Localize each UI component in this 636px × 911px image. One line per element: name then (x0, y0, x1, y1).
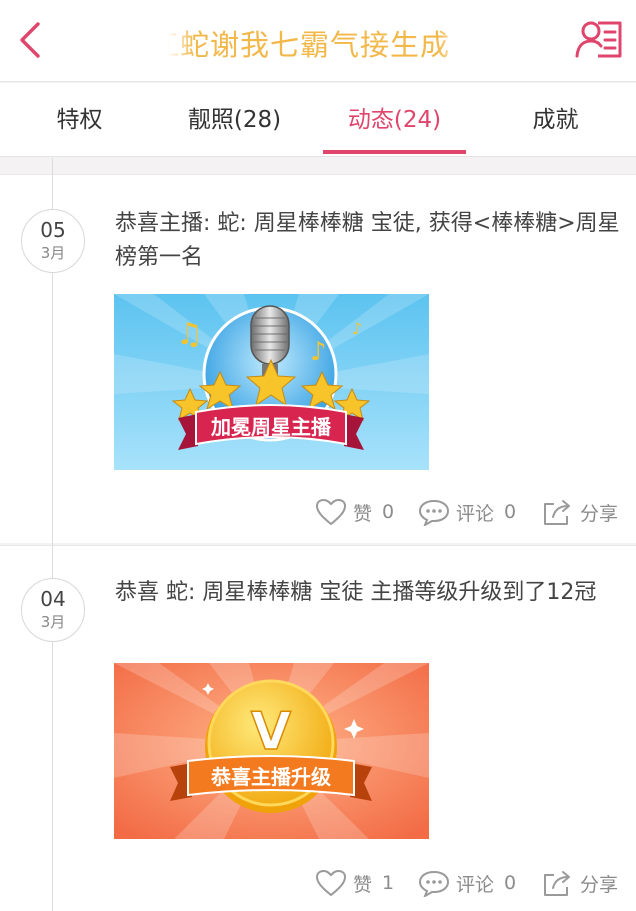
date-month: 3月 (40, 244, 66, 262)
comment-label: 评论 (456, 873, 495, 896)
like-count: 1 (382, 872, 395, 894)
profile-card-button[interactable] (574, 18, 624, 62)
tab-bar: 特权 靓照(28) 动态(24) 成就 (0, 83, 636, 157)
share-icon (544, 500, 570, 525)
comment-count: 0 (504, 872, 517, 894)
comment-icon (418, 499, 450, 526)
chevron-left-icon (20, 22, 40, 58)
heart-icon (315, 498, 347, 526)
share-label: 分享 (580, 502, 619, 525)
feed-text: 恭喜 蛇: 周星棒棒糖 宝徒 主播等级升级到了12冠 (115, 580, 597, 605)
share-label: 分享 (580, 873, 619, 896)
image-badge: V (251, 702, 291, 762)
active-tab-indicator (323, 150, 466, 154)
date-badge: 04 3月 (21, 578, 85, 642)
date-day: 05 (40, 218, 66, 242)
svg-text:♪: ♪ (352, 319, 362, 338)
date-day: 04 (40, 587, 66, 611)
comment-label: 评论 (456, 502, 495, 525)
like-count: 0 (382, 501, 395, 523)
comment-icon (418, 870, 450, 897)
feed-item: 04 3月 恭喜 蛇: 周星棒棒糖 宝徒 主播等级升级到了12冠 V 恭喜主播升… (0, 545, 636, 911)
feed-image[interactable]: ♫ ♪ ♪ 加冕周星主播 (114, 294, 429, 470)
action-bar: 赞 0 评论 0 分享 (0, 492, 636, 532)
share-icon (544, 871, 570, 896)
share-button[interactable]: 分享 (542, 492, 618, 532)
feed-image[interactable]: V 恭喜主播升级 (114, 663, 429, 839)
like-label: 赞 (353, 502, 373, 525)
comment-count: 0 (504, 501, 517, 523)
feed-item: 05 3月 恭喜主播: 蛇: 周星棒棒糖 宝徒, 获得<棒棒糖>周星榜第一名 ♫… (0, 174, 636, 543)
back-button[interactable] (14, 20, 50, 60)
svg-text:♫: ♫ (176, 317, 203, 352)
image-caption: 加冕周星主播 (210, 415, 332, 439)
like-label: 赞 (353, 873, 373, 896)
tab-activity[interactable]: 动态(24) (315, 83, 474, 157)
tab-photos[interactable]: 靓照(28) (155, 83, 314, 157)
date-badge: 05 3月 (21, 209, 85, 273)
share-button[interactable]: 分享 (542, 863, 618, 903)
date-month: 3月 (40, 613, 66, 631)
image-caption: 恭喜主播升级 (210, 765, 331, 789)
svg-text:♪: ♪ (310, 337, 327, 367)
heart-icon (315, 869, 347, 897)
profile-card-icon (575, 21, 622, 58)
comment-button[interactable]: 评论 0 (418, 492, 516, 532)
like-button[interactable]: 赞 0 (315, 492, 394, 532)
top-bar: 江蛇谢我七霸气接生成 (0, 0, 636, 82)
feed-text: 恭喜主播: 蛇: 周星棒棒糖 宝徒, 获得<棒棒糖>周星榜第一名 (115, 211, 620, 270)
action-bar: 赞 1 评论 0 分享 (0, 863, 636, 903)
like-button[interactable]: 赞 1 (315, 863, 394, 903)
comment-button[interactable]: 评论 0 (418, 863, 516, 903)
page-title: 江蛇谢我七霸气接生成 (168, 18, 464, 64)
tab-privileges[interactable]: 特权 (0, 83, 159, 157)
page-title-text: 江蛇谢我七霸气接生成 (168, 28, 451, 62)
tab-achievements[interactable]: 成就 (476, 83, 635, 157)
